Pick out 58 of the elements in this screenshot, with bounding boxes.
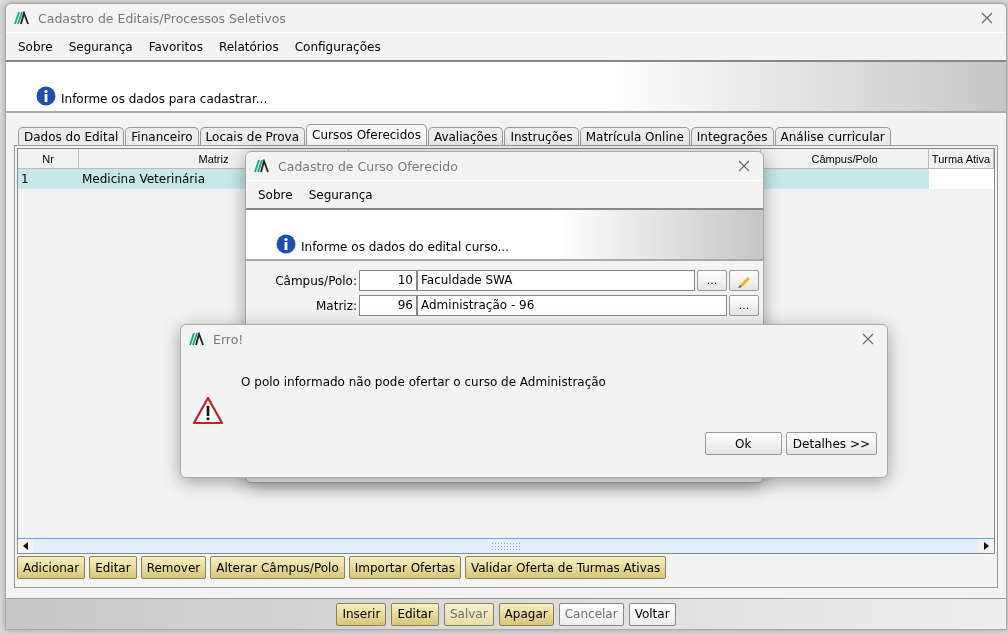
table-cell: 1 xyxy=(18,169,79,189)
table-action-button[interactable]: Editar xyxy=(89,556,137,579)
menu-item[interactable]: Favoritos xyxy=(140,39,211,54)
logo-icon xyxy=(14,11,30,25)
scroll-left-icon[interactable] xyxy=(23,542,28,550)
footer-button[interactable]: Voltar xyxy=(628,602,676,626)
footer-button[interactable]: Inserir xyxy=(336,602,387,626)
banner-message: Informe os dados para cadastrar... xyxy=(61,92,268,106)
tab[interactable]: Avaliações xyxy=(427,127,504,145)
logo-icon xyxy=(254,159,270,173)
field-label: Câmpus/Polo: xyxy=(274,273,358,288)
tab[interactable]: Integrações xyxy=(690,127,774,145)
window-title: Cadastro de Editais/Processos Seletivos xyxy=(38,10,287,26)
tab[interactable]: Financeiro xyxy=(125,127,199,145)
menu-item[interactable]: Segurança xyxy=(60,39,141,54)
dialog-button[interactable]: Detalhes >> xyxy=(785,432,877,455)
close-icon xyxy=(981,12,993,24)
code-field[interactable]: 96 xyxy=(359,295,417,316)
tab[interactable]: Locais de Prova xyxy=(199,127,306,145)
error-message: O polo informado não pode ofertar o curso de Administração xyxy=(241,374,606,391)
tab[interactable]: Instruções xyxy=(504,127,579,145)
footer-button[interactable]: Editar xyxy=(391,602,439,626)
table-action-button[interactable]: Importar Ofertas xyxy=(348,556,461,579)
tab[interactable]: Cursos Oferecidos xyxy=(306,124,427,145)
info-icon xyxy=(276,234,296,254)
column-header: Turma Ativa xyxy=(929,149,994,169)
menu-item[interactable]: Sobre xyxy=(250,187,301,202)
value-field[interactable]: Administração - 96 xyxy=(417,295,727,316)
dialog-button[interactable]: Ok xyxy=(704,432,782,455)
table-action-button[interactable]: Validar Oferta de Turmas Ativas xyxy=(464,556,667,579)
menu-item[interactable]: Sobre xyxy=(10,39,61,54)
menu-item[interactable]: Relatórios xyxy=(210,39,287,54)
logo-icon xyxy=(189,332,205,346)
close-icon xyxy=(738,160,750,172)
horizontal-scrollbar[interactable] xyxy=(18,538,994,553)
lookup-button[interactable]: ... xyxy=(729,295,759,316)
tab[interactable]: Matrícula Online xyxy=(579,127,690,145)
column-header: Câmpus/Polo xyxy=(761,149,929,169)
table-action-button[interactable]: Alterar Câmpus/Polo xyxy=(210,556,345,579)
tab[interactable]: Dados do Edital xyxy=(18,127,125,145)
scroll-right-icon[interactable] xyxy=(984,542,989,550)
menu-item[interactable]: Segurança xyxy=(300,187,381,202)
info-icon xyxy=(36,86,56,106)
table-action-button[interactable]: Adicionar xyxy=(17,556,86,579)
banner-message: Informe os dados do edital curso... xyxy=(301,240,509,254)
menu-item[interactable]: Configurações xyxy=(286,39,389,54)
table-action-button[interactable]: Remover xyxy=(140,556,207,579)
tab[interactable]: Análise curricular xyxy=(774,127,891,145)
column-header: Nr xyxy=(18,149,79,169)
footer-button[interactable]: Apagar xyxy=(498,602,554,626)
value-field[interactable]: Faculdade SWA xyxy=(417,270,695,291)
code-field[interactable]: 10 xyxy=(359,270,417,291)
lookup-button[interactable]: ... xyxy=(697,270,727,291)
edit-button[interactable] xyxy=(729,270,759,291)
dialog-title: Erro! xyxy=(213,331,245,347)
close-icon xyxy=(862,333,874,345)
field-label: Matriz: xyxy=(314,298,358,313)
warning-icon xyxy=(193,397,223,424)
